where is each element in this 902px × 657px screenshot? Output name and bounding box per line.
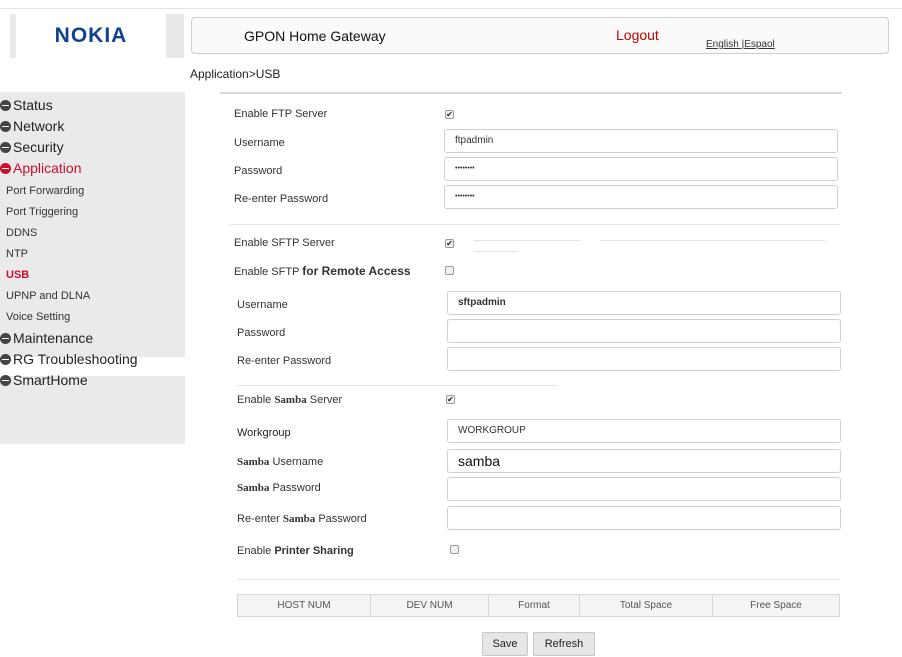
lang-english-link[interactable]: English <box>706 39 739 50</box>
sidebar-item-application[interactable]: Application <box>0 160 82 176</box>
sidebar-item-status[interactable]: Status <box>0 97 53 113</box>
enable-ftp-checkbox[interactable]: ✔ <box>445 110 454 119</box>
samba-reenter-text: Re-enter <box>237 513 283 525</box>
printer-sharing-label: Enable Printer Sharing <box>237 545 354 557</box>
enable-samba-checkbox[interactable]: ✔ <box>446 395 455 404</box>
samba-enable-post: Server <box>306 394 343 406</box>
table-header: HOST NUM <box>238 595 371 616</box>
enable-ftp-label: Enable FTP Server <box>234 108 328 120</box>
sidebar-sub-ntp[interactable]: NTP <box>6 248 28 260</box>
samba-password-label: Samba Password <box>237 482 321 494</box>
sidebar-sub-usb[interactable]: USB <box>6 269 29 281</box>
samba-enable-bold: Samba <box>274 394 307 406</box>
sidebar-item-network[interactable]: Network <box>0 118 64 134</box>
top-divider <box>0 8 902 9</box>
table-header: DEV NUM <box>371 595 489 616</box>
sftp-reenter-field[interactable] <box>447 347 841 371</box>
samba-password-field[interactable] <box>447 477 841 501</box>
breadcrumb: Application>USB <box>190 67 281 81</box>
ftp-username-field[interactable]: ftpadmin <box>444 129 838 153</box>
sftp-password-field[interactable] <box>447 319 841 343</box>
sidebar: Status Network Security Application Port… <box>0 92 185 444</box>
logo-area: NOKIA <box>10 14 184 58</box>
enable-sftp-checkbox[interactable]: ✔ <box>445 239 454 248</box>
sidebar-item-security[interactable]: Security <box>0 139 64 155</box>
sftp-password-label: Password <box>237 327 286 339</box>
sidebar-item-label: Security <box>13 139 64 155</box>
enable-sftp-label: Enable SFTP Server <box>234 237 335 249</box>
sidebar-item-rg-troubleshooting[interactable]: RG Troubleshooting <box>0 351 138 367</box>
sidebar-item-label: SmartHome <box>13 372 88 388</box>
nokia-logo: NOKIA <box>16 14 166 58</box>
ftp-password-field[interactable]: •••••••• <box>444 157 838 181</box>
sidebar-item-label: Network <box>13 118 65 134</box>
logout-link[interactable]: Logout <box>616 27 659 43</box>
samba-enable-text: Enable <box>237 394 275 406</box>
sidebar-item-smarthome[interactable]: SmartHome <box>0 372 88 388</box>
sidebar-sub-upnp-dlna[interactable]: UPNP and DLNA <box>6 290 90 302</box>
table-header: Format <box>489 595 580 616</box>
samba-reenter-bold: Samba <box>282 513 316 525</box>
sidebar-sub-voice-setting[interactable]: Voice Setting <box>6 311 70 323</box>
section-divider <box>237 579 840 580</box>
samba-reenter-label: Re-enter Samba Password <box>237 513 367 525</box>
sftp-reenter-label: Re-enter Password <box>237 355 332 367</box>
expand-icon <box>0 120 11 132</box>
decorative-line <box>600 240 825 241</box>
header-bar: GPON Home Gateway Logout English |Espaol <box>191 17 889 54</box>
printer-sharing-checkbox[interactable] <box>450 545 459 554</box>
samba-username-text: Username <box>269 456 324 468</box>
sidebar-item-label: Maintenance <box>13 330 94 346</box>
usb-device-table: HOST NUM DEV NUM Format Total Space Free… <box>237 594 840 617</box>
expand-icon <box>0 141 11 153</box>
ftp-username-label: Username <box>234 137 285 149</box>
page-header-title: GPON Home Gateway <box>244 28 386 44</box>
save-button[interactable]: Save <box>482 632 528 656</box>
table-header: Free Space <box>750 600 802 611</box>
workgroup-label: Workgroup <box>237 427 291 439</box>
sftp-remote-label-bold: for Remote Access <box>302 264 411 278</box>
samba-password-bold: Samba <box>237 482 270 494</box>
sftp-username-field[interactable]: sftpadmin <box>447 291 841 315</box>
lang-espanol-link[interactable]: Espaol <box>744 39 775 50</box>
samba-reenter-field[interactable] <box>447 506 841 530</box>
samba-reenter-post: Password <box>315 513 367 525</box>
printer-sharing-bold: Printer Sharing <box>274 545 354 557</box>
expand-icon <box>0 332 11 344</box>
sidebar-item-maintenance[interactable]: Maintenance <box>0 330 93 346</box>
samba-username-label: Samba Username <box>237 456 323 468</box>
sftp-username-label: Username <box>237 299 288 311</box>
sidebar-sub-port-triggering[interactable]: Port Triggering <box>6 206 78 218</box>
expand-icon <box>0 353 11 365</box>
sidebar-sub-port-forwarding[interactable]: Port Forwarding <box>6 185 84 197</box>
printer-sharing-text: Enable <box>237 545 275 557</box>
expand-icon <box>0 374 11 386</box>
sftp-remote-checkbox[interactable] <box>445 266 454 275</box>
decorative-line <box>474 240 580 241</box>
workgroup-field[interactable]: WORKGROUP <box>447 419 841 443</box>
sidebar-sub-ddns[interactable]: DDNS <box>6 227 37 239</box>
section-divider <box>237 385 557 386</box>
ftp-reenter-field[interactable]: •••••••• <box>444 185 838 209</box>
samba-password-text: Password <box>269 482 321 494</box>
sidebar-item-label: Status <box>13 97 53 113</box>
samba-username-bold: Samba <box>237 456 270 468</box>
samba-username-field[interactable]: samba <box>447 449 841 473</box>
table-header: Total Space <box>580 595 713 616</box>
ftp-reenter-label: Re-enter Password <box>234 193 329 205</box>
sidebar-item-label: Application <box>13 160 82 176</box>
enable-samba-label: Enable Samba Server <box>237 394 342 406</box>
section-divider <box>230 224 840 225</box>
sftp-remote-label: Enable SFTP for Remote Access <box>234 264 411 278</box>
collapse-icon <box>0 162 11 174</box>
ftp-password-label: Password <box>234 165 283 177</box>
sftp-remote-label-text: Enable SFTP <box>234 266 303 278</box>
refresh-button[interactable]: Refresh <box>533 632 595 656</box>
decorative-line <box>474 251 518 252</box>
breadcrumb-divider <box>220 92 842 94</box>
expand-icon <box>0 99 11 111</box>
language-switcher: English |Espaol <box>706 39 775 50</box>
sidebar-item-label: RG Troubleshooting <box>13 351 138 367</box>
